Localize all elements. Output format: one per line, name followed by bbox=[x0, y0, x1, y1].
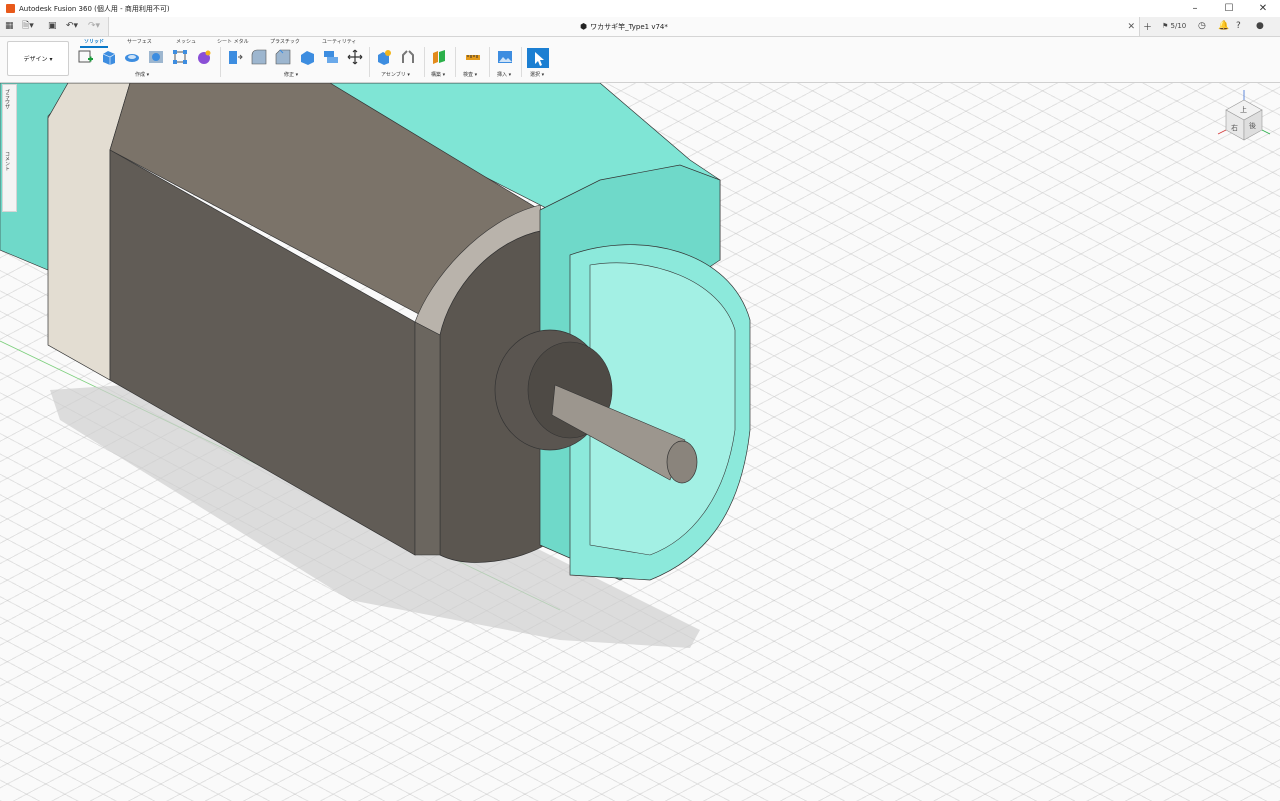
view-cube[interactable]: 上 右 後 bbox=[1214, 88, 1274, 148]
close-window-icon[interactable]: ✕ bbox=[1246, 0, 1280, 17]
press-pull-icon[interactable] bbox=[227, 49, 243, 65]
redo-icon[interactable]: ↷▾ bbox=[88, 19, 100, 33]
workspace-label: デザイン ▾ bbox=[23, 56, 53, 63]
notification-icon[interactable]: 🔔 bbox=[1218, 19, 1229, 33]
clock-icon[interactable]: ◷ bbox=[1198, 19, 1206, 33]
insert-image-icon[interactable] bbox=[497, 49, 513, 65]
version-count: 5/10 bbox=[1170, 22, 1187, 30]
maximize-icon[interactable]: ☐ bbox=[1212, 0, 1246, 17]
inspect-menu[interactable]: 検査 ▾ bbox=[463, 71, 477, 78]
viewcube-top-label: 上 bbox=[1240, 105, 1247, 114]
fusion-app-icon bbox=[6, 4, 15, 13]
cube-icon: ⬢ bbox=[580, 22, 588, 31]
form-icon[interactable] bbox=[196, 49, 212, 65]
extrude-icon[interactable] bbox=[101, 49, 117, 65]
shaft-end bbox=[666, 440, 698, 484]
comments-label[interactable]: コメント bbox=[4, 151, 11, 171]
quick-access-toolbar: ▦ 🗎▾ ▣ ↶▾ ↷▾ ⬢ ワカサギ竿_Type1 v74* ✕ ＋ ⚑ 5/… bbox=[0, 17, 1280, 37]
undo-icon[interactable]: ↶▾ bbox=[66, 19, 78, 33]
window-title: Autodesk Fusion 360 (個人用 - 商用利用不可) bbox=[19, 4, 170, 13]
document-tab[interactable]: ⬢ ワカサギ竿_Type1 v74* ✕ bbox=[108, 17, 1140, 36]
new-component-icon[interactable] bbox=[376, 49, 392, 65]
tab-plastic[interactable]: プラスチック bbox=[270, 38, 300, 45]
minimize-icon[interactable]: – bbox=[1178, 0, 1212, 17]
create-menu[interactable]: 作成 ▾ bbox=[135, 71, 149, 78]
pattern-icon[interactable] bbox=[172, 49, 188, 65]
file-menu-icon[interactable]: 🗎▾ bbox=[22, 19, 34, 33]
toolbar-ribbon: デザイン ▾ ソリッド サーフェス メッシュ シート メタル プラスチック ユー… bbox=[0, 37, 1280, 83]
select-cursor-icon bbox=[535, 52, 544, 66]
select-tool-button[interactable] bbox=[527, 48, 549, 68]
motor-edge-strip bbox=[414, 321, 441, 556]
combine-icon[interactable] bbox=[323, 49, 339, 65]
insert-menu[interactable]: 挿入 ▾ bbox=[497, 71, 511, 78]
modify-menu[interactable]: 修正 ▾ bbox=[284, 71, 298, 78]
tab-utilities[interactable]: ユーティリティ bbox=[322, 38, 356, 45]
hole-icon[interactable] bbox=[148, 49, 164, 65]
browser-panel[interactable]: ブラウザ コメント bbox=[2, 84, 17, 212]
select-menu[interactable]: 選択 ▾ bbox=[530, 71, 544, 78]
job-status-icon: ⚑ bbox=[1162, 22, 1169, 30]
measure-icon[interactable] bbox=[465, 49, 481, 65]
construct-menu[interactable]: 構築 ▾ bbox=[431, 71, 445, 78]
move-icon[interactable] bbox=[347, 49, 363, 65]
title-bar: Autodesk Fusion 360 (個人用 - 商用利用不可) – ☐ ✕ bbox=[0, 0, 1280, 18]
close-tab-icon[interactable]: ✕ bbox=[1127, 22, 1135, 32]
shell-icon[interactable] bbox=[299, 49, 315, 65]
browser-label[interactable]: ブラウザ bbox=[4, 89, 11, 109]
motor-model bbox=[0, 83, 751, 648]
job-status[interactable]: ⚑ 5/10 bbox=[1162, 19, 1186, 33]
fillet-icon[interactable] bbox=[251, 49, 267, 65]
user-avatar[interactable]: ● bbox=[1256, 19, 1264, 33]
assemble-menu[interactable]: アセンブリ ▾ bbox=[381, 71, 410, 78]
joint-icon[interactable] bbox=[400, 49, 416, 65]
viewcube-back-label: 後 bbox=[1249, 121, 1256, 130]
data-panel-grid-icon[interactable]: ▦ bbox=[5, 19, 14, 33]
viewcube-right-label: 右 bbox=[1231, 123, 1238, 132]
document-name: ワカサギ竿_Type1 v74* bbox=[590, 22, 668, 31]
help-icon[interactable]: ? bbox=[1236, 19, 1241, 33]
new-tab-icon[interactable]: ＋ bbox=[1143, 19, 1152, 33]
tab-mesh[interactable]: メッシュ bbox=[176, 38, 196, 45]
tab-solid[interactable]: ソリッド bbox=[79, 38, 109, 48]
tab-surface[interactable]: サーフェス bbox=[127, 38, 152, 45]
workspace-switcher[interactable]: デザイン ▾ bbox=[7, 41, 69, 76]
chamfer-icon[interactable] bbox=[275, 49, 291, 65]
create-sketch-icon[interactable] bbox=[78, 49, 94, 65]
tab-sheet-metal[interactable]: シート メタル bbox=[217, 38, 249, 45]
y-axis-indicator bbox=[1261, 129, 1271, 135]
revolve-icon[interactable] bbox=[124, 49, 140, 65]
offset-plane-icon[interactable] bbox=[431, 49, 447, 65]
viewport-canvas[interactable] bbox=[0, 83, 1280, 801]
x-axis-indicator bbox=[1217, 129, 1227, 135]
save-icon[interactable]: ▣ bbox=[48, 19, 57, 33]
